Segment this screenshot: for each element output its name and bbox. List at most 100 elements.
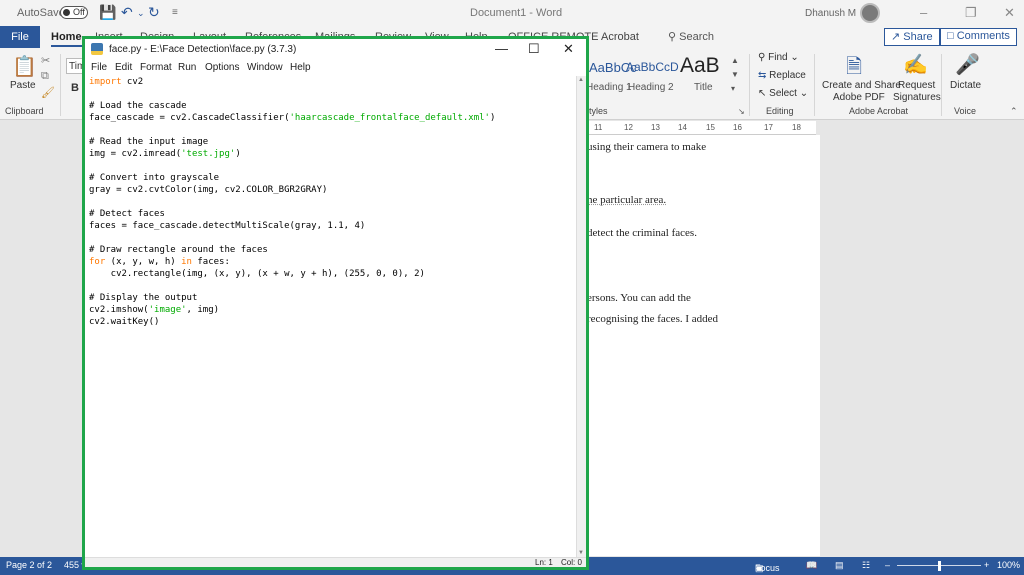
restore-icon[interactable]: ❐ <box>965 5 977 21</box>
code-line[interactable]: cv2.imshow('image', img) <box>89 305 219 315</box>
read-mode-icon[interactable]: 📖 <box>806 560 817 571</box>
idle-titlebar[interactable]: face.py - E:\Face Detection\face.py (3.7… <box>85 39 586 61</box>
code-line[interactable]: img = cv2.imread('test.jpg') <box>89 149 241 159</box>
style-label-title[interactable]: Title <box>694 82 713 93</box>
vertical-scrollbar[interactable]: ▲ ▼ <box>576 76 586 557</box>
styles-scroll-up-icon[interactable]: ▲ <box>731 56 739 65</box>
code-text: img = cv2.imread( <box>89 149 182 159</box>
ruler-mark: 15 <box>706 123 715 132</box>
web-layout-icon[interactable]: ☷ <box>862 560 870 571</box>
menu-format[interactable]: Format <box>140 62 172 73</box>
request-label-1[interactable]: Request <box>898 80 935 91</box>
undo-dropdown-icon[interactable]: ⌄ <box>137 8 145 19</box>
code-comment[interactable]: # Detect faces <box>89 209 165 219</box>
code-line[interactable]: import cv2 <box>89 77 143 87</box>
minimize-icon[interactable]: – <box>920 5 927 20</box>
customize-qat-icon[interactable]: ≡ <box>172 7 178 18</box>
create-pdf-label-1[interactable]: Create and Share <box>822 80 901 91</box>
keyword: import <box>89 77 122 87</box>
copy-icon[interactable]: ⧉ <box>41 70 49 83</box>
code-editor[interactable]: import cv2 # Load the cascade face_casca… <box>85 76 576 557</box>
idle-editor-window[interactable]: face.py - E:\Face Detection\face.py (3.7… <box>82 36 589 570</box>
code-comment[interactable]: # Draw rectangle around the faces <box>89 245 268 255</box>
replace-button[interactable]: ⇆ Replace <box>758 70 806 81</box>
bold-icon[interactable]: B <box>71 82 79 94</box>
menu-file[interactable]: File <box>91 62 107 73</box>
microphone-icon[interactable]: 🎤 <box>955 52 980 77</box>
style-preview-title[interactable]: AaB <box>680 54 720 78</box>
document-text-line[interactable]: he particular area. <box>587 194 666 206</box>
paste-icon[interactable]: 📋 <box>12 54 37 79</box>
comments-button[interactable]: □ Comments <box>940 28 1017 46</box>
code-line[interactable]: for (x, y, w, h) in faces: <box>89 257 230 267</box>
code-comment[interactable]: # Display the output <box>89 293 197 303</box>
format-painter-icon[interactable]: 🖌 <box>41 86 55 99</box>
code-comment[interactable]: # Load the cascade <box>89 101 187 111</box>
print-layout-icon[interactable]: ▤ <box>835 560 844 571</box>
replace-icon: ⇆ <box>758 70 767 81</box>
autosave-toggle[interactable]: Off <box>60 6 88 19</box>
paste-label[interactable]: Paste <box>10 80 36 91</box>
page-count[interactable]: Page 2 of 2 <box>6 560 52 570</box>
voice-group-label: Voice <box>954 106 977 116</box>
code-text: cv2 <box>121 77 144 87</box>
collapse-ribbon-icon[interactable]: ⌃ <box>1010 106 1018 117</box>
ruler-mark: 17 <box>764 123 773 132</box>
idle-minimize-icon[interactable]: — <box>495 41 508 56</box>
document-text-line[interactable]: using their camera to make <box>587 141 706 153</box>
menu-options[interactable]: Options <box>205 62 239 73</box>
zoom-slider-thumb[interactable] <box>938 561 941 571</box>
zoom-level[interactable]: 100% <box>997 560 1020 570</box>
code-comment[interactable]: # Read the input image <box>89 137 208 147</box>
select-button[interactable]: ↖ Select ⌄ <box>758 88 808 99</box>
find-label: Find <box>768 52 788 63</box>
save-icon[interactable]: 💾 <box>99 4 116 21</box>
cut-icon[interactable]: ✂ <box>41 54 50 67</box>
menu-run[interactable]: Run <box>178 62 196 73</box>
code-line[interactable]: faces = face_cascade.detectMultiScale(gr… <box>89 221 365 231</box>
document-text-line[interactable]: ersons. You can add the <box>587 292 691 304</box>
redo-icon[interactable]: ↻ <box>148 4 160 21</box>
search-box[interactable]: ⚲ Search <box>668 30 714 43</box>
scroll-up-icon[interactable]: ▲ <box>578 77 584 83</box>
styles-scroll-down-icon[interactable]: ▼ <box>731 70 739 79</box>
share-button[interactable]: ↗ Share <box>884 28 940 46</box>
zoom-out-icon[interactable]: – <box>885 560 890 570</box>
menu-window[interactable]: Window <box>247 62 283 73</box>
undo-icon[interactable]: ↶ <box>121 4 133 21</box>
tab-acrobat[interactable]: Acrobat <box>601 31 639 43</box>
request-signatures-icon[interactable]: ✍ <box>903 52 928 77</box>
menu-edit[interactable]: Edit <box>115 62 132 73</box>
dictate-label[interactable]: Dictate <box>950 80 981 91</box>
menu-help[interactable]: Help <box>290 62 311 73</box>
close-icon[interactable]: ✕ <box>1004 5 1015 21</box>
tab-file[interactable]: File <box>0 26 40 48</box>
styles-launcher-icon[interactable]: ↘ <box>738 107 745 116</box>
style-label-heading1[interactable]: Heading 1 <box>586 82 632 93</box>
tab-home[interactable]: Home <box>51 31 82 47</box>
code-line[interactable]: cv2.waitKey() <box>89 317 159 327</box>
code-comment[interactable]: # Convert into grayscale <box>89 173 219 183</box>
avatar[interactable] <box>860 3 880 23</box>
code-line[interactable]: gray = cv2.cvtColor(img, cv2.COLOR_BGR2G… <box>89 185 327 195</box>
autosave-label: AutoSave <box>17 7 65 19</box>
style-label-heading2[interactable]: Heading 2 <box>628 82 674 93</box>
find-button[interactable]: ⚲ Find ⌄ <box>758 52 799 63</box>
idle-close-icon[interactable]: ✕ <box>563 41 574 57</box>
style-preview-heading2[interactable]: AaBbCcD <box>626 60 679 74</box>
code-text: ) <box>235 149 241 159</box>
create-pdf-label-2[interactable]: Adobe PDF <box>833 92 885 103</box>
user-name[interactable]: Dhanush M <box>805 8 856 19</box>
ribbon-divider <box>814 54 815 116</box>
document-text-line[interactable]: recognising the faces. I added <box>587 313 718 325</box>
styles-more-icon[interactable]: ▾ <box>731 84 735 93</box>
code-line[interactable]: cv2.rectangle(img, (x, y), (x + w, y + h… <box>89 269 425 279</box>
idle-maximize-icon[interactable]: ☐ <box>528 41 540 57</box>
scroll-down-icon[interactable]: ▼ <box>578 550 584 556</box>
zoom-in-icon[interactable]: + <box>984 560 989 570</box>
autosave-state: Off <box>73 7 85 17</box>
code-line[interactable]: face_cascade = cv2.CascadeClassifier('ha… <box>89 113 495 123</box>
ribbon-divider <box>749 54 750 116</box>
document-text-line[interactable]: detect the criminal faces. <box>587 227 697 239</box>
request-label-2[interactable]: Signatures <box>893 92 941 103</box>
